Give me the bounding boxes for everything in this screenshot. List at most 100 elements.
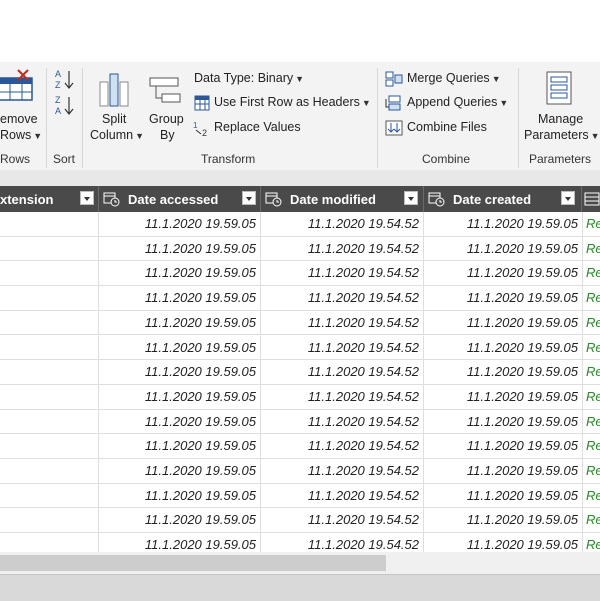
- group-by-button[interactable]: Group By: [146, 66, 188, 146]
- cell-extension[interactable]: [0, 360, 99, 384]
- scrollbar-thumb[interactable]: [0, 555, 386, 571]
- column-header-extension[interactable]: xtension: [0, 186, 99, 212]
- cell-date-modified[interactable]: 11.1.2020 19.54.52: [261, 286, 424, 310]
- cell-date-accessed[interactable]: 11.1.2020 19.59.05: [99, 236, 261, 261]
- cell-record-link[interactable]: Re: [583, 385, 600, 409]
- horizontal-scrollbar[interactable]: [0, 552, 600, 574]
- cell-date-created[interactable]: 11.1.2020 19.59.05: [424, 286, 583, 310]
- cell-extension[interactable]: [0, 459, 99, 483]
- cell-date-created[interactable]: 11.1.2020 19.59.05: [424, 360, 583, 384]
- column-header-date-accessed[interactable]: Date accessed: [99, 186, 261, 212]
- cell-date-modified[interactable]: 11.1.2020 19.54.52: [261, 261, 424, 286]
- cell-extension[interactable]: [0, 310, 99, 335]
- cell-date-created[interactable]: 11.1.2020 19.59.05: [424, 236, 583, 261]
- cell-date-modified[interactable]: 11.1.2020 19.54.52: [261, 335, 424, 360]
- data-type-button[interactable]: Data Type: Binary ▼: [192, 70, 372, 88]
- table-row[interactable]: 11.1.2020 19.59.05 11.1.2020 19.54.52 11.1…: [0, 310, 600, 336]
- cell-record-link[interactable]: Re: [583, 508, 600, 532]
- replace-values-button[interactable]: 1 2 Replace Values: [192, 119, 372, 137]
- cell-date-modified[interactable]: 11.1.2020 19.54.52: [261, 409, 424, 434]
- cell-record-link[interactable]: Re: [583, 311, 600, 335]
- manage-parameters-button[interactable]: Manage Parameters ▼: [522, 66, 600, 146]
- table-row[interactable]: 11.1.2020 19.59.05 11.1.2020 19.54.52 11.1…: [0, 236, 600, 262]
- cell-date-modified[interactable]: 11.1.2020 19.54.52: [261, 310, 424, 335]
- cell-extension[interactable]: [0, 384, 99, 409]
- cell-extension[interactable]: [0, 533, 99, 552]
- table-row[interactable]: 11.1.2020 19.59.05 11.1.2020 19.54.52 11.1…: [0, 459, 600, 484]
- cell-record-link[interactable]: Re: [583, 212, 600, 236]
- column-filter-dropdown[interactable]: [404, 191, 418, 205]
- cell-date-modified[interactable]: 11.1.2020 19.54.52: [261, 384, 424, 409]
- cell-date-accessed[interactable]: 11.1.2020 19.59.05: [99, 459, 261, 483]
- append-queries-button[interactable]: Append Queries ▼: [384, 94, 514, 112]
- cell-date-accessed[interactable]: 11.1.2020 19.59.05: [99, 508, 261, 533]
- table-row[interactable]: 11.1.2020 19.59.05 11.1.2020 19.54.52 11.1…: [0, 261, 600, 287]
- cell-record-link[interactable]: Re: [583, 237, 600, 261]
- sort-ascending-button[interactable]: A Z: [54, 68, 76, 90]
- cell-date-created[interactable]: 11.1.2020 19.59.05: [424, 310, 583, 335]
- table-row[interactable]: 11.1.2020 19.59.05 11.1.2020 19.54.52 11.1…: [0, 360, 600, 385]
- combine-files-button[interactable]: Combine Files: [384, 119, 514, 137]
- cell-date-accessed[interactable]: 11.1.2020 19.59.05: [99, 409, 261, 434]
- cell-date-created[interactable]: 11.1.2020 19.59.05: [424, 335, 583, 360]
- cell-date-modified[interactable]: 11.1.2020 19.54.52: [261, 508, 424, 533]
- cell-extension[interactable]: [0, 236, 99, 261]
- sort-descending-button[interactable]: Z A: [54, 94, 76, 116]
- cell-date-modified[interactable]: 11.1.2020 19.54.52: [261, 360, 424, 384]
- table-row[interactable]: 11.1.2020 19.59.05 11.1.2020 19.54.52 11.1…: [0, 286, 600, 311]
- datetime-type-icon[interactable]: [103, 191, 120, 207]
- cell-date-created[interactable]: 11.1.2020 19.59.05: [424, 261, 583, 286]
- cell-record-link[interactable]: Re: [583, 360, 600, 384]
- column-header-next[interactable]: [582, 186, 600, 212]
- table-type-icon[interactable]: [584, 191, 600, 207]
- cell-extension[interactable]: [0, 508, 99, 533]
- column-filter-dropdown[interactable]: [242, 191, 256, 205]
- cell-record-link[interactable]: Re: [583, 336, 600, 360]
- cell-date-modified[interactable]: 11.1.2020 19.54.52: [261, 212, 424, 236]
- cell-date-accessed[interactable]: 11.1.2020 19.59.05: [99, 360, 261, 384]
- cell-date-created[interactable]: 11.1.2020 19.59.05: [424, 384, 583, 409]
- cell-date-accessed[interactable]: 11.1.2020 19.59.05: [99, 310, 261, 335]
- datetime-type-icon[interactable]: [428, 191, 445, 207]
- cell-extension[interactable]: [0, 483, 99, 508]
- cell-date-modified[interactable]: 11.1.2020 19.54.52: [261, 459, 424, 483]
- use-first-row-headers-button[interactable]: Use First Row as Headers ▼: [192, 94, 372, 112]
- split-column-button[interactable]: Split Column ▼: [88, 66, 144, 146]
- cell-date-accessed[interactable]: 11.1.2020 19.59.05: [99, 434, 261, 458]
- cell-date-modified[interactable]: 11.1.2020 19.54.52: [261, 434, 424, 458]
- cell-date-accessed[interactable]: 11.1.2020 19.59.05: [99, 483, 261, 508]
- cell-record-link[interactable]: Re: [583, 410, 600, 434]
- cell-date-created[interactable]: 11.1.2020 19.59.05: [424, 459, 583, 483]
- cell-record-link[interactable]: Re: [583, 484, 600, 508]
- cell-extension[interactable]: [0, 212, 99, 236]
- cell-date-accessed[interactable]: 11.1.2020 19.59.05: [99, 335, 261, 360]
- cell-record-link[interactable]: Re: [583, 533, 600, 552]
- cell-date-created[interactable]: 11.1.2020 19.59.05: [424, 508, 583, 533]
- cell-extension[interactable]: [0, 335, 99, 360]
- table-row[interactable]: 11.1.2020 19.59.05 11.1.2020 19.54.52 11.1…: [0, 434, 600, 459]
- cell-date-modified[interactable]: 11.1.2020 19.54.52: [261, 236, 424, 261]
- cell-record-link[interactable]: Re: [583, 261, 600, 285]
- cell-extension[interactable]: [0, 286, 99, 310]
- column-filter-dropdown[interactable]: [80, 191, 94, 205]
- column-header-date-created[interactable]: Date created: [424, 186, 582, 212]
- cell-date-modified[interactable]: 11.1.2020 19.54.52: [261, 533, 424, 552]
- cell-date-accessed[interactable]: 11.1.2020 19.59.05: [99, 212, 261, 236]
- cell-extension[interactable]: [0, 261, 99, 286]
- cell-record-link[interactable]: Re: [583, 286, 600, 310]
- table-row[interactable]: 11.1.2020 19.59.05 11.1.2020 19.54.52 11.1…: [0, 533, 600, 552]
- column-header-date-modified[interactable]: Date modified: [261, 186, 424, 212]
- table-row[interactable]: 11.1.2020 19.59.05 11.1.2020 19.54.52 11.1…: [0, 335, 600, 361]
- cell-date-accessed[interactable]: 11.1.2020 19.59.05: [99, 384, 261, 409]
- cell-extension[interactable]: [0, 434, 99, 458]
- cell-record-link[interactable]: Re: [583, 459, 600, 483]
- cell-date-accessed[interactable]: 11.1.2020 19.59.05: [99, 286, 261, 310]
- table-row[interactable]: 11.1.2020 19.59.05 11.1.2020 19.54.52 11.1…: [0, 384, 600, 410]
- cell-date-created[interactable]: 11.1.2020 19.59.05: [424, 212, 583, 236]
- cell-record-link[interactable]: Re: [583, 434, 600, 458]
- cell-date-accessed[interactable]: 11.1.2020 19.59.05: [99, 533, 261, 552]
- cell-date-created[interactable]: 11.1.2020 19.59.05: [424, 434, 583, 458]
- table-row[interactable]: 11.1.2020 19.59.05 11.1.2020 19.54.52 11.1…: [0, 212, 600, 237]
- cell-date-created[interactable]: 11.1.2020 19.59.05: [424, 483, 583, 508]
- cell-extension[interactable]: [0, 409, 99, 434]
